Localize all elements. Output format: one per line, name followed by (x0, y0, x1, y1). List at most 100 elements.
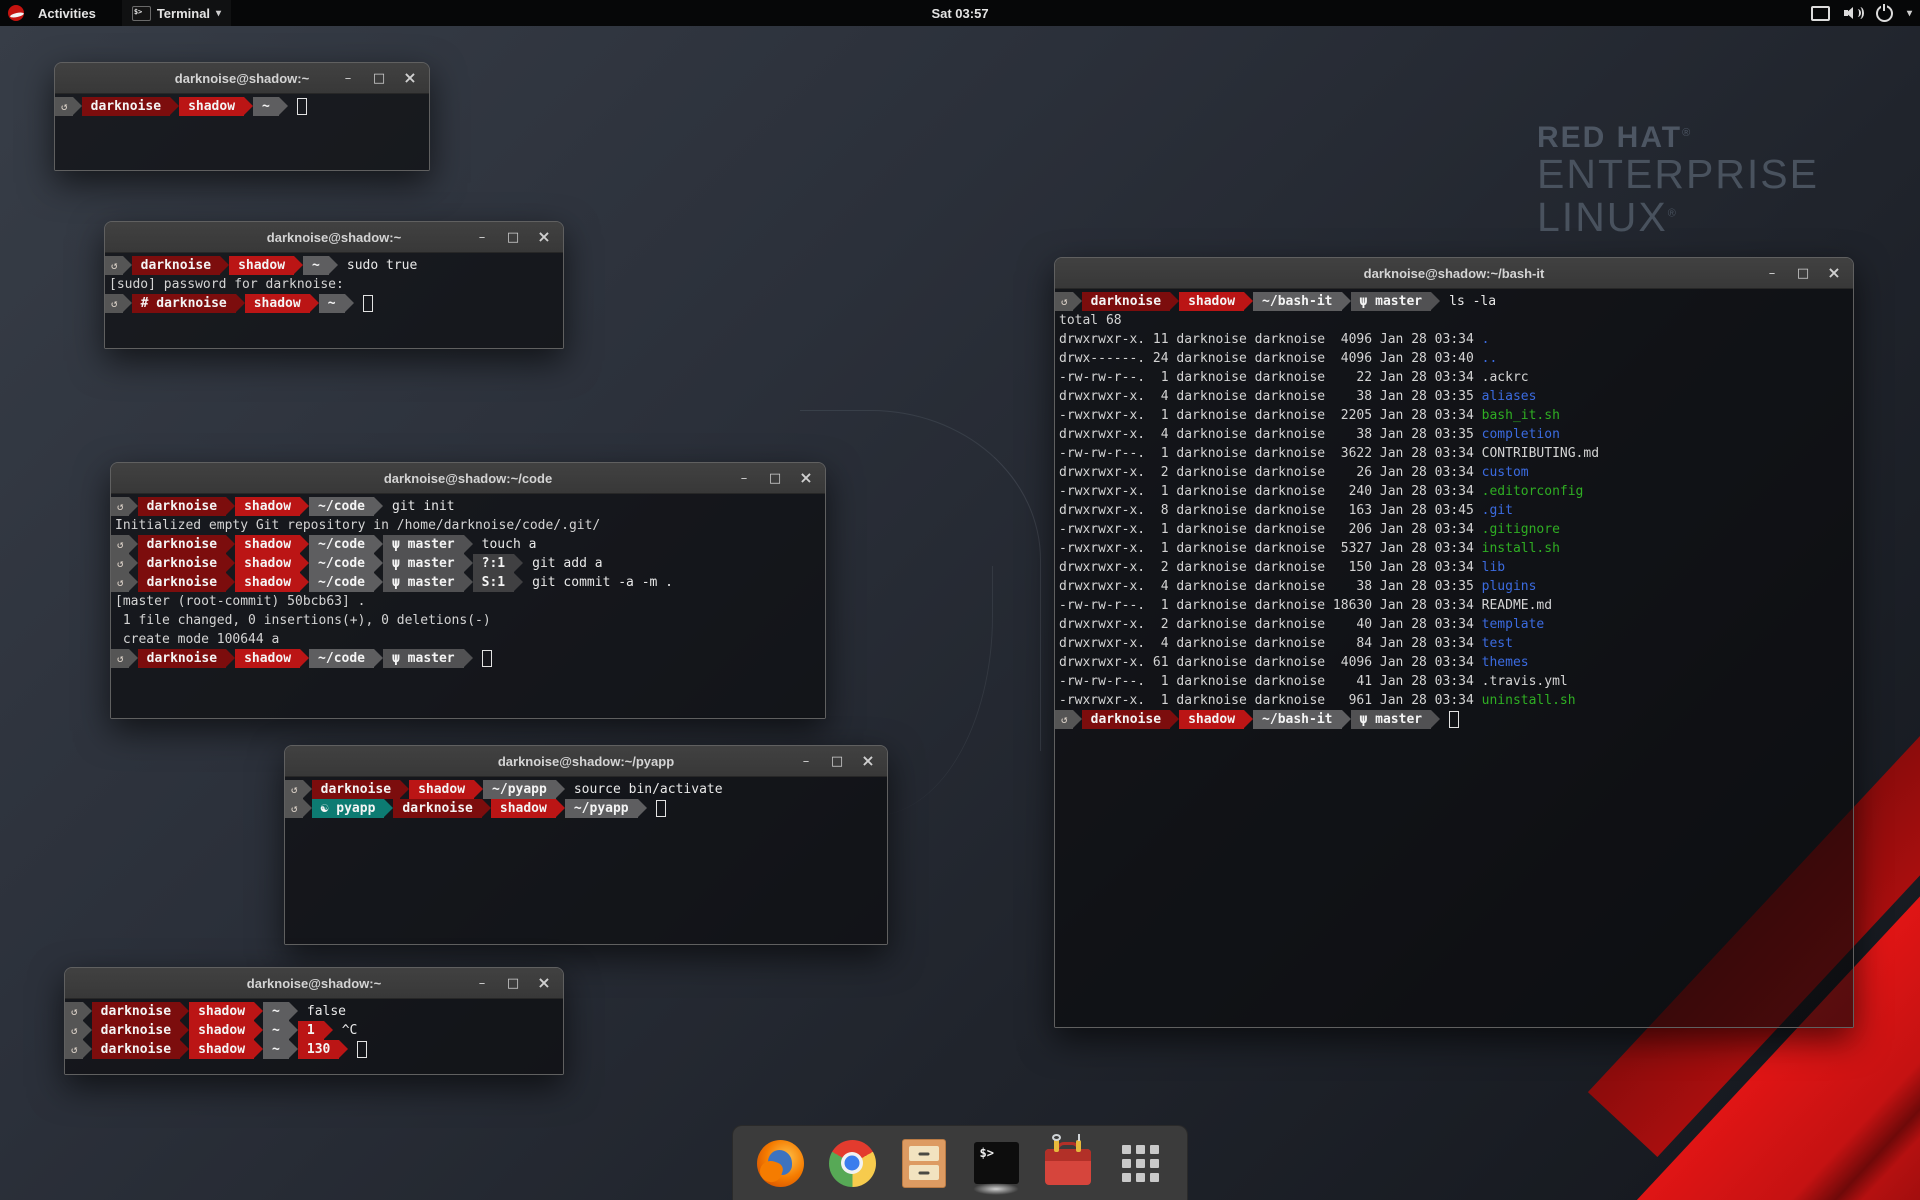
window-indicator-icon[interactable] (1811, 6, 1830, 21)
prompt-segment-user: darknoise (138, 535, 226, 554)
toolbox-icon (1045, 1149, 1091, 1185)
prompt-line: ↺darknoiseshadow~/pyappsource bin/activa… (285, 780, 887, 799)
maximize-button[interactable]: □ (830, 755, 844, 768)
system-status-area[interactable]: ▾ (1811, 0, 1912, 26)
window-title: darknoise@shadow:~ (175, 71, 309, 86)
minimize-button[interactable]: – (737, 472, 751, 485)
chevron-down-icon: ▾ (216, 8, 221, 19)
prompt-line: ↺darknoiseshadow~/codegit init (111, 497, 825, 516)
terminal-content[interactable]: ↺darknoiseshadow~/pyappsource bin/activa… (285, 777, 887, 944)
maximize-button[interactable]: □ (768, 472, 782, 485)
powerline-separator-icon (129, 573, 138, 591)
app-grid-dot (1150, 1159, 1159, 1168)
dock-item-terminal[interactable]: $> (971, 1135, 1021, 1191)
minimize-button[interactable]: – (475, 231, 489, 244)
powerline-separator-icon (400, 780, 409, 798)
close-button[interactable]: × (403, 70, 417, 86)
terminal-content[interactable]: ↺darknoiseshadow~/codegit initInitialize… (111, 494, 825, 718)
prompt-segment-user: darknoise (138, 573, 226, 592)
prompt-segment-host: shadow (1179, 292, 1244, 311)
window-titlebar[interactable]: darknoise@shadow:~ – □ × (55, 63, 429, 94)
dock-item-firefox[interactable] (755, 1135, 805, 1191)
window-exitcodes: darknoise@shadow:~–□×↺darknoiseshadow~fa… (64, 967, 564, 1075)
window-controls: – □ × (475, 222, 551, 252)
powerline-separator-icon (556, 780, 565, 798)
activities-button[interactable]: Activities (30, 0, 104, 26)
terminal-content[interactable]: ↺darknoiseshadow~ (55, 94, 429, 170)
terminal-cursor (482, 650, 492, 667)
top-bar: Activities $> Terminal ▾ Sat 03:57 ▾ (0, 0, 1920, 26)
output-text: drwx------. 24 darknoise darknoise 4096 … (1059, 351, 1482, 366)
powerline-separator-icon (289, 1040, 298, 1058)
prompt-segment-shell: ↺ (111, 535, 129, 554)
window-titlebar[interactable]: darknoise@shadow:~–□× (105, 222, 563, 253)
prompt-segment-user: darknoise (92, 1002, 180, 1021)
powerline-separator-icon (339, 1040, 348, 1058)
dock-item-app-grid[interactable] (1115, 1135, 1165, 1191)
output-line: drwxrwxr-x. 2 darknoise darknoise 150 Ja… (1055, 558, 1853, 577)
clock[interactable]: Sat 03:57 (931, 0, 988, 26)
powerline-separator-icon (129, 497, 138, 515)
terminal-cursor (363, 295, 373, 312)
maximize-button[interactable]: □ (1796, 267, 1810, 280)
powerline-separator-icon (374, 649, 383, 667)
prompt-segment-path: ~ (303, 256, 329, 275)
prompt-segment-user: # darknoise (132, 294, 236, 313)
output-text: uninstall.sh (1482, 693, 1576, 708)
powerline-separator-icon (1170, 292, 1179, 310)
output-text: [sudo] password for darknoise: (109, 277, 344, 292)
prompt-line: ↺darknoiseshadow~/codeψ master (111, 649, 825, 668)
close-button[interactable]: × (537, 975, 551, 991)
output-text: .editorconfig (1482, 484, 1584, 499)
prompt-segment-user: darknoise (82, 97, 170, 116)
command-text: sudo true (347, 256, 417, 275)
dock-item-files[interactable] (899, 1135, 949, 1191)
minimize-button[interactable]: – (475, 977, 489, 990)
app-menu-terminal[interactable]: $> Terminal ▾ (122, 0, 231, 26)
prompt-segment-gitstat: S:1 (473, 573, 514, 592)
minimize-button[interactable]: – (799, 755, 813, 768)
terminal-content[interactable]: ↺darknoiseshadow~sudo true[sudo] passwor… (105, 253, 563, 348)
powerline-separator-icon (123, 256, 132, 274)
window-titlebar[interactable]: darknoise@shadow:~/bash-it–□× (1055, 258, 1853, 289)
powerline-separator-icon (294, 256, 303, 274)
output-text: -rw-rw-r--. 1 darknoise darknoise 3622 J… (1059, 446, 1482, 461)
output-text: custom (1482, 465, 1529, 480)
window-titlebar[interactable]: darknoise@shadow:~/code–□× (111, 463, 825, 494)
power-icon[interactable] (1876, 5, 1893, 22)
output-text: drwxrwxr-x. 2 darknoise darknoise 40 Jan… (1059, 617, 1482, 632)
window-titlebar[interactable]: darknoise@shadow:~–□× (65, 968, 563, 999)
prompt-segment-user: darknoise (138, 649, 226, 668)
prompt-segment-shell: ↺ (111, 554, 129, 573)
terminal-content[interactable]: ↺darknoiseshadow~/bash-itψ masterls -lat… (1055, 289, 1853, 1027)
maximize-button[interactable]: □ (372, 72, 386, 85)
prompt-segment-git: ψ master (383, 573, 464, 592)
close-button[interactable]: × (1827, 265, 1841, 281)
prompt-line: ↺darknoiseshadow~sudo true (105, 256, 563, 275)
prompt-segment-shell: ↺ (111, 573, 129, 592)
maximize-button[interactable]: □ (506, 977, 520, 990)
chevron-down-icon[interactable]: ▾ (1907, 8, 1912, 19)
minimize-button[interactable]: – (341, 72, 355, 85)
powerline-separator-icon (1244, 292, 1253, 310)
output-text: .gitignore (1482, 522, 1560, 537)
minimize-button[interactable]: – (1765, 267, 1779, 280)
maximize-button[interactable]: □ (506, 231, 520, 244)
volume-icon[interactable] (1844, 6, 1862, 20)
prompt-segment-shell: ↺ (105, 256, 123, 275)
close-button[interactable]: × (799, 470, 813, 486)
dock-item-chrome[interactable] (827, 1135, 877, 1191)
prompt-segment-path: ~ (253, 97, 279, 116)
dock-item-toolbox[interactable] (1043, 1135, 1093, 1191)
window-code: darknoise@shadow:~/code–□×↺darknoiseshad… (110, 462, 826, 719)
window-titlebar[interactable]: darknoise@shadow:~/pyapp–□× (285, 746, 887, 777)
prompt-segment-path: ~/code (309, 649, 374, 668)
close-button[interactable]: × (861, 753, 875, 769)
prompt-line: ↺darknoiseshadow~false (65, 1002, 563, 1021)
app-grid-dot (1122, 1159, 1131, 1168)
output-text: -rw-rw-r--. 1 darknoise darknoise 41 Jan… (1059, 674, 1482, 689)
close-button[interactable]: × (537, 229, 551, 245)
output-text: install.sh (1482, 541, 1560, 556)
terminal-icon: $> (974, 1142, 1019, 1184)
terminal-content[interactable]: ↺darknoiseshadow~false↺darknoiseshadow~1… (65, 999, 563, 1074)
